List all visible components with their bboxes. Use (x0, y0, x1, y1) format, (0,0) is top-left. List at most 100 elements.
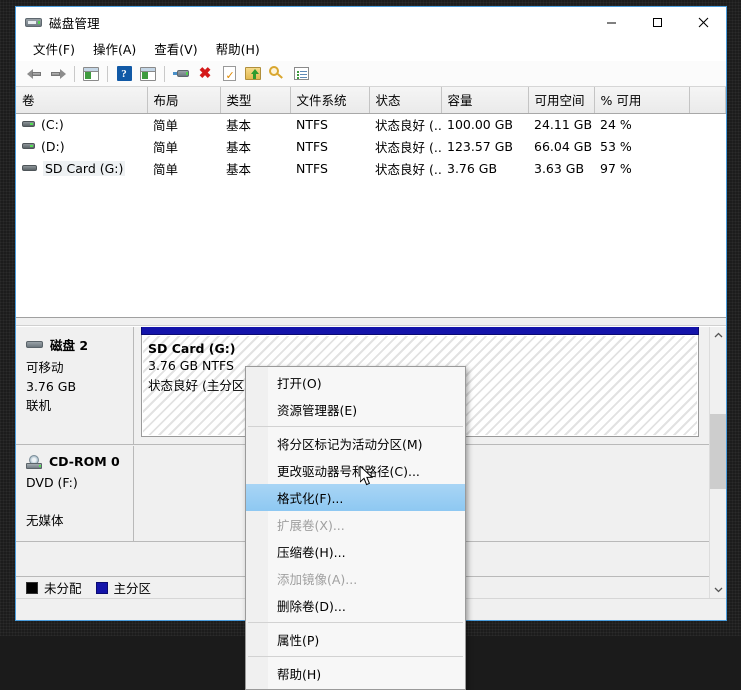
column-header-layout[interactable]: 布局 (147, 87, 220, 114)
menu-view[interactable]: 查看(V) (145, 37, 206, 61)
cdrom0-status: 无媒体 (26, 511, 133, 530)
scroll-down-button[interactable] (710, 581, 726, 598)
cdrom0-spacer (26, 492, 133, 511)
disk-management-icon (25, 15, 42, 29)
ctx-explore[interactable]: 资源管理器(E) (246, 396, 465, 423)
forward-arrow-icon[interactable] (46, 63, 70, 85)
cell-blank (689, 136, 726, 158)
ctx-format[interactable]: 格式化(F)... (246, 484, 465, 511)
window-controls (588, 7, 726, 37)
cell-type: 基本 (220, 136, 290, 158)
pane-splitter[interactable] (16, 318, 726, 326)
up-one-level-icon[interactable] (79, 63, 103, 85)
minimize-button[interactable] (588, 7, 634, 37)
menu-file[interactable]: 文件(F) (24, 37, 84, 61)
cdrom0-drive: DVD (F:) (26, 473, 133, 492)
menu-help[interactable]: 帮助(H) (207, 37, 269, 61)
scrollbar-track[interactable] (710, 344, 726, 581)
cell-percentfree: 53 % (594, 136, 689, 158)
partition-color-bar (141, 326, 699, 335)
column-header-capacity[interactable]: 容量 (441, 87, 528, 114)
column-header-status[interactable]: 状态 (369, 87, 441, 114)
disk2-removable: 可移动 (26, 358, 133, 377)
cdrom0-title-line: CD-ROM 0 (26, 454, 133, 469)
legend-primary-label: 主分区 (114, 578, 152, 597)
volume-icon (22, 143, 35, 149)
partition-context-menu: 打开(O) 资源管理器(E) 将分区标记为活动分区(M) 更改驱动器号和路径(C… (245, 366, 466, 690)
title-bar: 磁盘管理 (16, 7, 726, 37)
partition-title: SD Card (G:) (148, 341, 698, 356)
cell-volume: (D:) (16, 136, 147, 158)
cell-status: 状态良好 (... (369, 158, 441, 180)
volume-icon (22, 165, 37, 171)
rescan-disks-icon[interactable] (169, 63, 193, 85)
legend-primary-swatch (96, 582, 108, 594)
ctx-delete-volume[interactable]: 删除卷(D)... (246, 592, 465, 619)
cell-layout: 简单 (147, 158, 220, 180)
cell-freespace: 24.11 GB (528, 114, 594, 137)
toolbar-separator (74, 66, 75, 82)
properties-icon[interactable]: ✓ (217, 63, 241, 85)
export-list-icon[interactable] (241, 63, 265, 85)
cell-filesystem: NTFS (290, 114, 369, 137)
cell-status: 状态良好 (... (369, 136, 441, 158)
column-header-filesystem[interactable]: 文件系统 (290, 87, 369, 114)
cell-percentfree: 97 % (594, 158, 689, 180)
column-header-blank[interactable] (689, 87, 726, 114)
legend-unallocated-swatch (26, 582, 38, 594)
back-arrow-icon[interactable] (22, 63, 46, 85)
volume-list-panel: 卷 布局 类型 文件系统 状态 容量 可用空间 % 可用 (C:) 简单 (16, 87, 726, 318)
column-header-percentfree[interactable]: % 可用 (594, 87, 689, 114)
show-action-pane-icon[interactable] (136, 63, 160, 85)
column-header-type[interactable]: 类型 (220, 87, 290, 114)
ctx-help[interactable]: 帮助(H) (246, 660, 465, 687)
ctx-open[interactable]: 打开(O) (246, 369, 465, 396)
column-header-freespace[interactable]: 可用空间 (528, 87, 594, 114)
column-header-volume[interactable]: 卷 (16, 87, 147, 114)
maximize-button[interactable] (634, 7, 680, 37)
cdrom-icon (26, 455, 42, 469)
graphical-view-scrollbar[interactable] (709, 327, 726, 598)
cell-freespace: 3.63 GB (528, 158, 594, 180)
table-row[interactable]: SD Card (G:) 简单 基本 NTFS 状态良好 (... 3.76 G… (16, 158, 726, 180)
volume-icon (22, 121, 35, 127)
scroll-up-button[interactable] (710, 327, 726, 344)
cell-percentfree: 24 % (594, 114, 689, 137)
ctx-add-mirror: 添加镜像(A)... (246, 565, 465, 592)
table-row[interactable]: (D:) 简单 基本 NTFS 状态良好 (... 123.57 GB 66.0… (16, 136, 726, 158)
cell-type: 基本 (220, 114, 290, 137)
disk-icon (26, 341, 43, 348)
toolbar-separator (107, 66, 108, 82)
ctx-change-drive-letter[interactable]: 更改驱动器号和路径(C)... (246, 457, 465, 484)
delete-icon[interactable]: ✖ (193, 63, 217, 85)
ctx-mark-partition-active[interactable]: 将分区标记为活动分区(M) (246, 430, 465, 457)
find-icon[interactable] (265, 63, 289, 85)
ctx-properties[interactable]: 属性(P) (246, 626, 465, 653)
cell-capacity: 100.00 GB (441, 114, 528, 137)
close-button[interactable] (680, 7, 726, 37)
table-row[interactable]: (C:) 简单 基本 NTFS 状态良好 (... 100.00 GB 24.1… (16, 114, 726, 137)
cell-layout: 简单 (147, 114, 220, 137)
cell-capacity: 3.76 GB (441, 158, 528, 180)
details-view-icon[interactable] (289, 63, 313, 85)
cell-blank (689, 158, 726, 180)
help-icon[interactable]: ? (112, 63, 136, 85)
cell-type: 基本 (220, 158, 290, 180)
cell-layout: 简单 (147, 136, 220, 158)
cell-capacity: 123.57 GB (441, 136, 528, 158)
disk2-status: 联机 (26, 396, 133, 415)
disk2-name: 磁盘 2 (50, 335, 88, 354)
menu-bar: 文件(F) 操作(A) 查看(V) 帮助(H) (16, 37, 726, 61)
menu-action[interactable]: 操作(A) (84, 37, 145, 61)
cell-volume: SD Card (G:) (16, 158, 147, 180)
volume-table: 卷 布局 类型 文件系统 状态 容量 可用空间 % 可用 (C:) 简单 (16, 87, 726, 180)
ctx-extend-volume: 扩展卷(X)... (246, 511, 465, 538)
scrollbar-thumb[interactable] (710, 414, 726, 489)
toolbar-separator (164, 66, 165, 82)
cell-freespace: 66.04 GB (528, 136, 594, 158)
cell-filesystem: NTFS (290, 136, 369, 158)
cell-blank (689, 114, 726, 137)
volume-table-header-row: 卷 布局 类型 文件系统 状态 容量 可用空间 % 可用 (16, 87, 726, 114)
ctx-shrink-volume[interactable]: 压缩卷(H)... (246, 538, 465, 565)
menu-separator (248, 622, 463, 623)
